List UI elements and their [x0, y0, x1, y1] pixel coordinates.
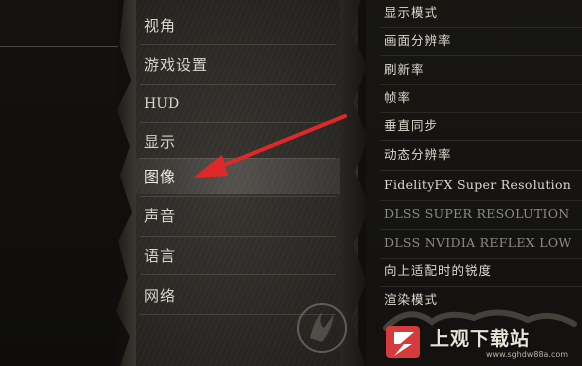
game-settings-screen: 视角 游戏设置 HUD 显示 图像 声音 语言 网络 显示模式 画面分辨率 刷新…: [0, 0, 582, 366]
watermark-url: www.sghdw88a.com: [486, 350, 569, 359]
lightning-shield-icon: [386, 326, 420, 358]
watermark-title: 上观下载站: [430, 328, 531, 350]
watermark-logo-icon: [297, 303, 347, 353]
